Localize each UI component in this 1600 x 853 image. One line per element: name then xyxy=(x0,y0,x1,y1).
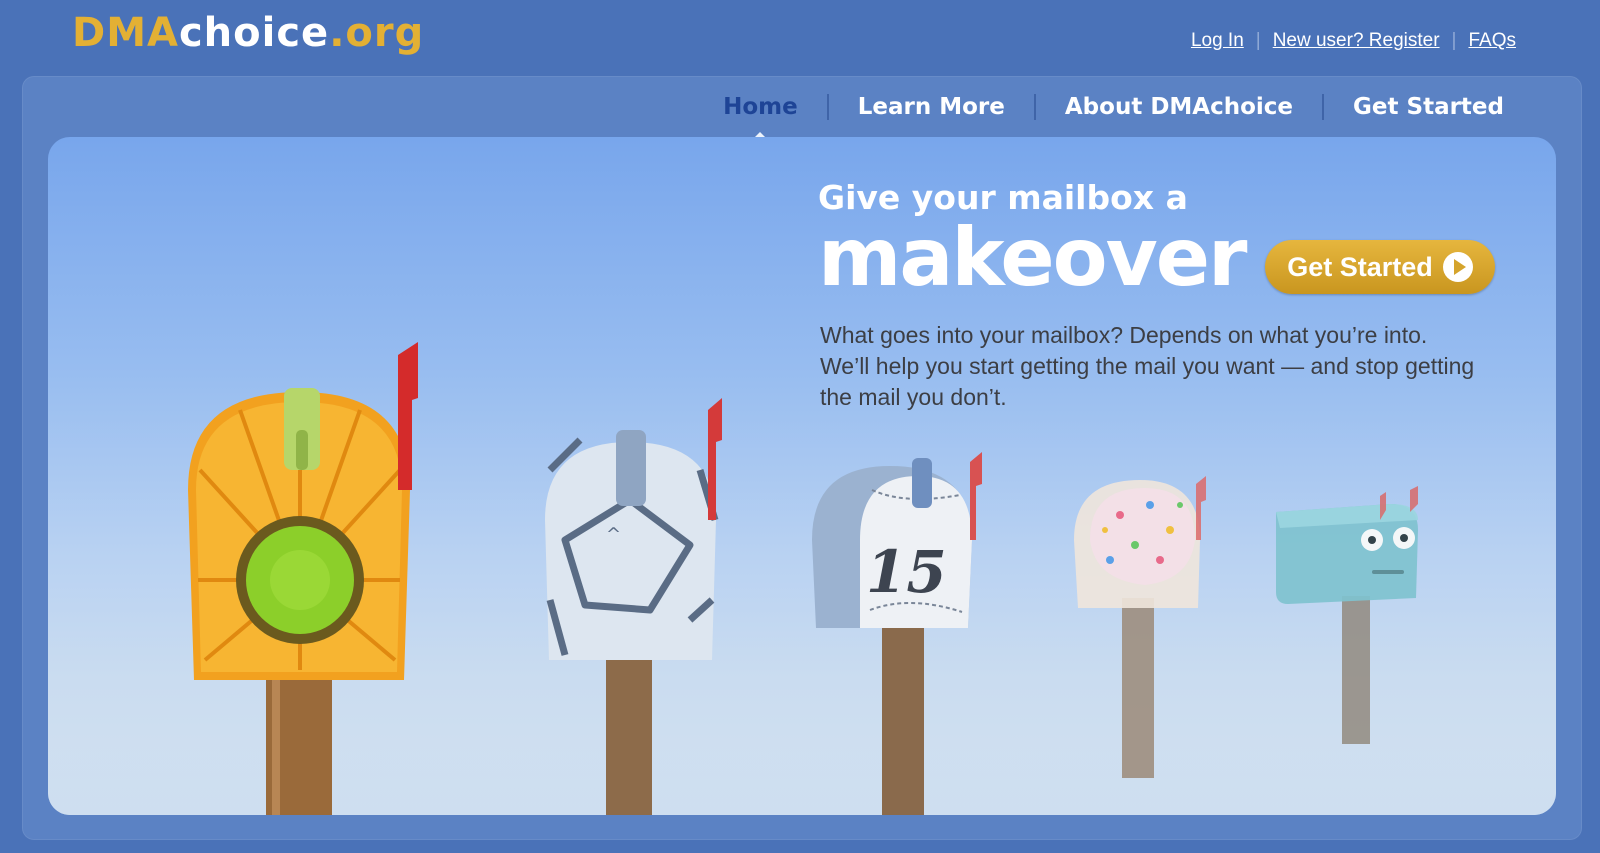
sunflower-mailbox xyxy=(188,342,418,815)
play-arrow-icon xyxy=(1442,252,1473,282)
hero-description: What goes into your mailbox? Depends on … xyxy=(820,322,1475,410)
mailboxes-illustration: ^ 15 xyxy=(188,342,1418,815)
donut-mailbox xyxy=(1074,476,1206,778)
mailbox-number: 15 xyxy=(866,538,947,606)
baseball-mailbox: 15 xyxy=(812,452,982,815)
robot-mailbox xyxy=(1276,486,1418,744)
tile-mailbox: ^ xyxy=(545,398,722,815)
svg-text:^: ^ xyxy=(606,524,621,545)
get-started-label: Get Started xyxy=(1287,251,1433,282)
get-started-button[interactable]: Get Started xyxy=(1265,240,1495,294)
hero-headline-big: makeover xyxy=(818,211,1247,304)
